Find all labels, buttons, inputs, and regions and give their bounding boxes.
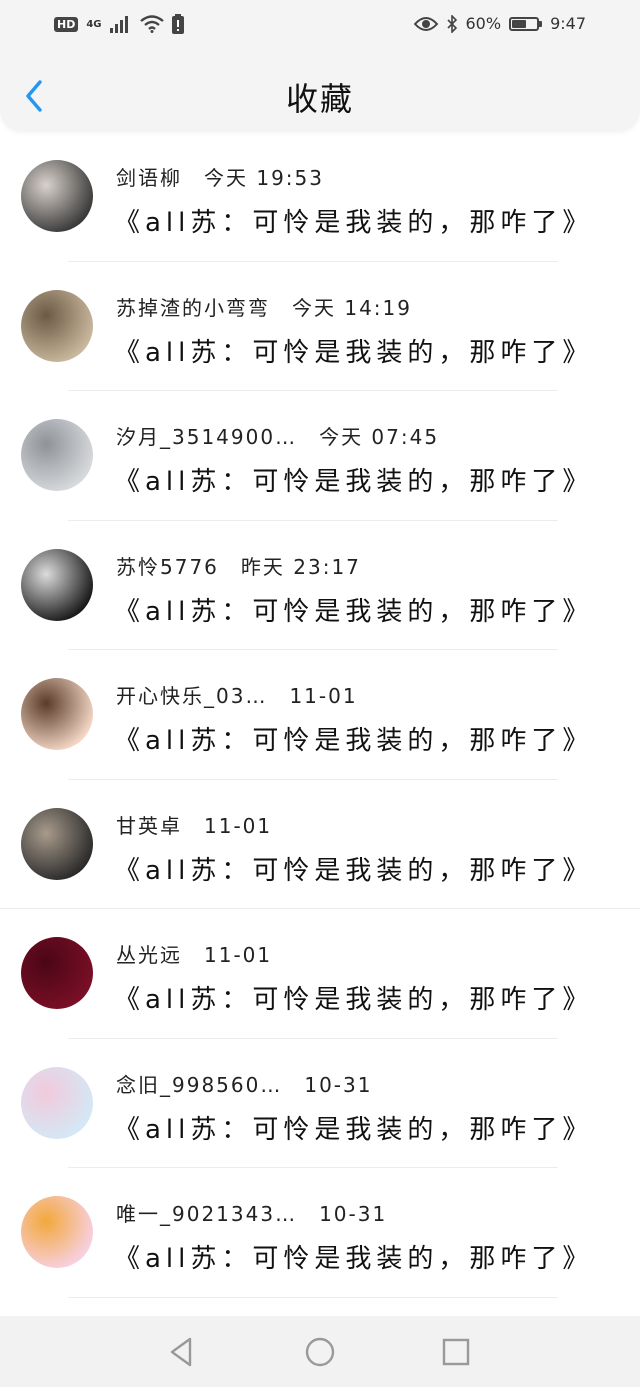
circle-home-icon <box>305 1337 335 1367</box>
hd-badge: HD <box>54 16 79 32</box>
user-name: 丛光远 <box>116 943 182 967</box>
favorite-item[interactable]: 剑语柳 今天 19:53 《all苏：可怜是我装的，那咋了》 <box>0 132 640 262</box>
item-meta: 丛光远 11-01 <box>116 939 272 968</box>
status-bar: HD 4G 60% 9:47 <box>0 0 640 52</box>
avatar[interactable] <box>21 1066 93 1139</box>
item-meta: 苏怜5776 昨天 23:17 <box>116 551 361 580</box>
battery-level <box>512 19 527 28</box>
user-name: 苏怜5776 <box>116 554 219 579</box>
book-title: 《all苏：可怜是我装的，那咋了》 <box>114 1114 594 1145</box>
battery-percent: 60% <box>465 14 502 33</box>
user-name: 开心快乐_03… <box>116 684 268 708</box>
header: 收藏 <box>0 52 640 132</box>
avatar[interactable] <box>21 548 93 621</box>
favorite-item[interactable]: 丛光远 11-01 《all苏：可怜是我装的，那咋了》 <box>0 909 640 1039</box>
favorites-list: 剑语柳 今天 19:53 《all苏：可怜是我装的，那咋了》 苏掉渣的小弯弯 今天 14… <box>0 132 640 1298</box>
triangle-back-icon <box>170 1337 192 1367</box>
nav-home-button[interactable] <box>302 1334 338 1370</box>
item-meta: 念旧_998560… 10-31 <box>116 1069 372 1098</box>
battery-cap <box>539 20 543 27</box>
item-meta: 苏掉渣的小弯弯 今天 14:19 <box>116 292 412 321</box>
book-title: 《all苏：可怜是我装的，那咋了》 <box>114 596 594 627</box>
book-title: 《all苏：可怜是我装的，那咋了》 <box>114 985 594 1015</box>
avatar[interactable] <box>21 807 93 880</box>
avatar[interactable] <box>21 937 93 1009</box>
eye-icon <box>413 16 438 31</box>
item-meta: 甘英卓 11-01 <box>116 810 272 839</box>
user-name: 剑语柳 <box>116 166 182 190</box>
timestamp: 10-31 <box>304 1072 373 1097</box>
network-type: 4G <box>86 18 102 30</box>
user-name: 苏掉渣的小弯弯 <box>116 295 270 320</box>
avatar[interactable] <box>21 289 93 362</box>
timestamp: 11-01 <box>289 684 358 708</box>
avatar[interactable] <box>21 678 93 750</box>
user-name: 汐月_3514900… <box>116 425 298 449</box>
book-title: 《all苏：可怜是我装的，那咋了》 <box>114 1244 594 1274</box>
favorite-item[interactable]: 开心快乐_03… 11-01 《all苏：可怜是我装的，那咋了》 <box>0 650 640 780</box>
avatar[interactable] <box>21 1196 93 1268</box>
signal-icon <box>109 16 128 33</box>
timestamp: 今天 07:45 <box>319 425 440 449</box>
favorite-item[interactable]: 汐月_3514900… 今天 07:45 《all苏：可怜是我装的，那咋了》 <box>0 391 640 521</box>
bluetooth-icon <box>446 14 457 33</box>
book-title: 《all苏：可怜是我装的，那咋了》 <box>114 726 594 756</box>
square-recents-icon <box>442 1338 470 1366</box>
timestamp: 今天 14:19 <box>292 295 412 320</box>
item-meta: 剑语柳 今天 19:53 <box>116 162 324 191</box>
user-name: 甘英卓 <box>116 813 182 838</box>
avatar[interactable] <box>21 160 93 232</box>
timestamp: 今天 19:53 <box>204 166 324 190</box>
book-title: 《all苏：可怜是我装的，那咋了》 <box>114 208 594 238</box>
item-meta: 汐月_3514900… 今天 07:45 <box>116 421 439 450</box>
favorite-item[interactable]: 唯一_9021343… 10-31 《all苏：可怜是我装的，那咋了》 <box>0 1168 640 1298</box>
user-name: 唯一_9021343… <box>116 1202 298 1226</box>
clock: 9:47 <box>550 14 586 33</box>
alert-battery-icon <box>171 14 184 34</box>
book-title: 《all苏：可怜是我装的，那咋了》 <box>114 855 594 886</box>
avatar[interactable] <box>21 419 93 491</box>
timestamp: 11-01 <box>204 813 273 838</box>
status-bar-left: HD 4G <box>54 14 184 34</box>
page-title: 收藏 <box>285 80 354 118</box>
timestamp: 10-31 <box>319 1202 388 1226</box>
user-name: 念旧_998560… <box>116 1072 283 1097</box>
book-title: 《all苏：可怜是我装的，那咋了》 <box>114 337 594 368</box>
wifi-icon <box>139 15 164 33</box>
item-meta: 唯一_9021343… 10-31 <box>116 1198 387 1227</box>
system-nav-bar <box>0 1316 640 1387</box>
battery-icon <box>509 16 540 31</box>
nav-back-button[interactable] <box>164 1334 200 1370</box>
timestamp: 11-01 <box>204 943 273 967</box>
favorite-item[interactable]: 念旧_998560… 10-31 《all苏：可怜是我装的，那咋了》 <box>0 1039 640 1168</box>
timestamp: 昨天 23:17 <box>240 554 361 579</box>
book-title: 《all苏：可怜是我装的，那咋了》 <box>114 467 594 497</box>
nav-recents-button[interactable] <box>438 1334 474 1370</box>
favorite-item[interactable]: 甘英卓 11-01 《all苏：可怜是我装的，那咋了》 <box>0 780 640 909</box>
favorite-item[interactable]: 苏怜5776 昨天 23:17 《all苏：可怜是我装的，那咋了》 <box>0 521 640 650</box>
favorite-item[interactable]: 苏掉渣的小弯弯 今天 14:19 《all苏：可怜是我装的，那咋了》 <box>0 262 640 391</box>
status-bar-right: 60% 9:47 <box>413 14 586 33</box>
item-meta: 开心快乐_03… 11-01 <box>116 680 358 709</box>
divider <box>68 1296 558 1298</box>
